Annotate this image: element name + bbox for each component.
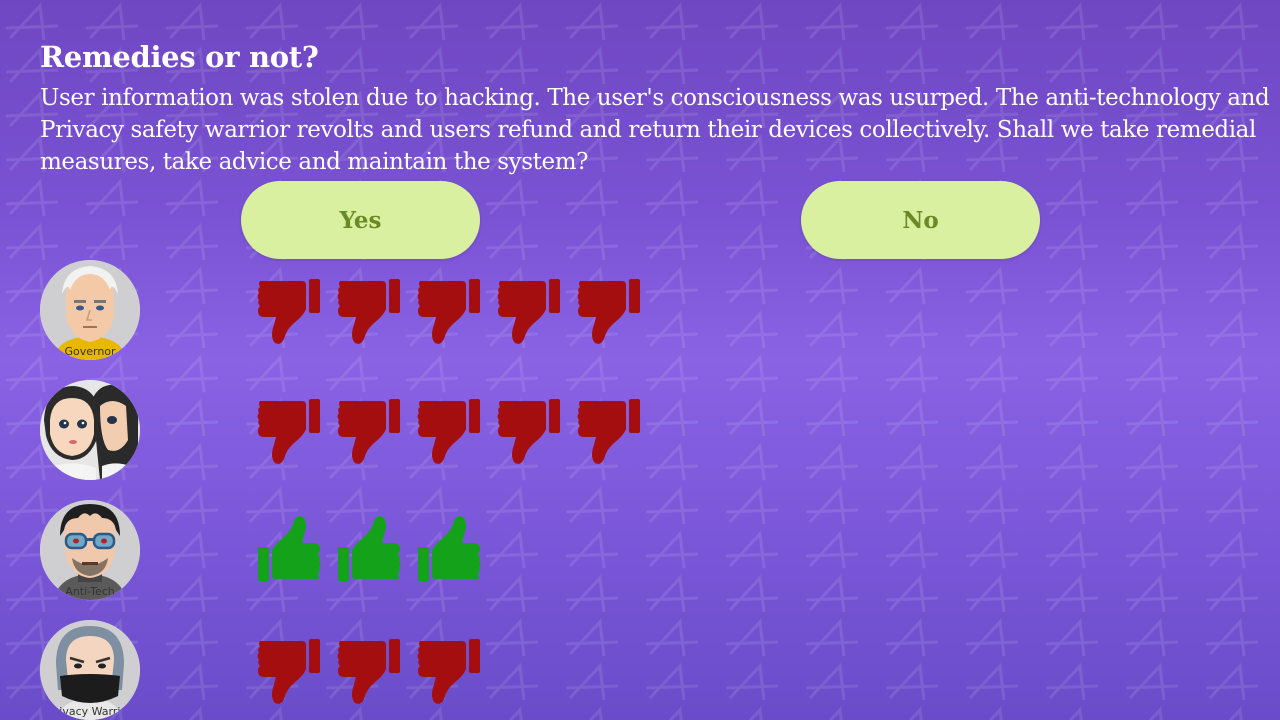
thumbs-down-icon bbox=[496, 275, 562, 345]
thumbs-down-icon bbox=[416, 635, 482, 705]
thumbs-up-icon bbox=[416, 515, 482, 585]
thumbs-down-icon bbox=[256, 275, 322, 345]
thumbs-up-icon bbox=[256, 515, 322, 585]
thumbs-down-icon bbox=[576, 395, 642, 465]
question-description: User information was stolen due to hacki… bbox=[40, 85, 1270, 175]
thumbs-down-icon bbox=[256, 635, 322, 705]
anti-tech-avatar: Anti-Tech bbox=[40, 500, 140, 600]
thumbs-down-icon bbox=[256, 395, 322, 465]
thumbs-down-icon bbox=[336, 275, 402, 345]
privacy-warrior-label: Privacy Warrior bbox=[48, 705, 132, 718]
no-button[interactable]: No bbox=[801, 181, 1040, 259]
thumbs-up-icon bbox=[336, 515, 402, 585]
thumbs-down-icon bbox=[416, 275, 482, 345]
thumbs-down-icon bbox=[336, 635, 402, 705]
anti-tech-label: Anti-Tech bbox=[65, 585, 115, 598]
governor-avatar: Governor bbox=[40, 260, 140, 360]
couple-avatar bbox=[40, 380, 140, 480]
thumbs-down-icon bbox=[336, 395, 402, 465]
thumbs-down-icon bbox=[576, 275, 642, 345]
thumbs-down-icon bbox=[416, 395, 482, 465]
governor-label: Governor bbox=[64, 345, 116, 358]
privacy-warrior-avatar: Privacy Warrior bbox=[40, 620, 140, 720]
yes-button[interactable]: Yes bbox=[241, 181, 480, 259]
thumbs-down-icon bbox=[496, 395, 562, 465]
question-title: Remedies or not? bbox=[40, 40, 319, 74]
